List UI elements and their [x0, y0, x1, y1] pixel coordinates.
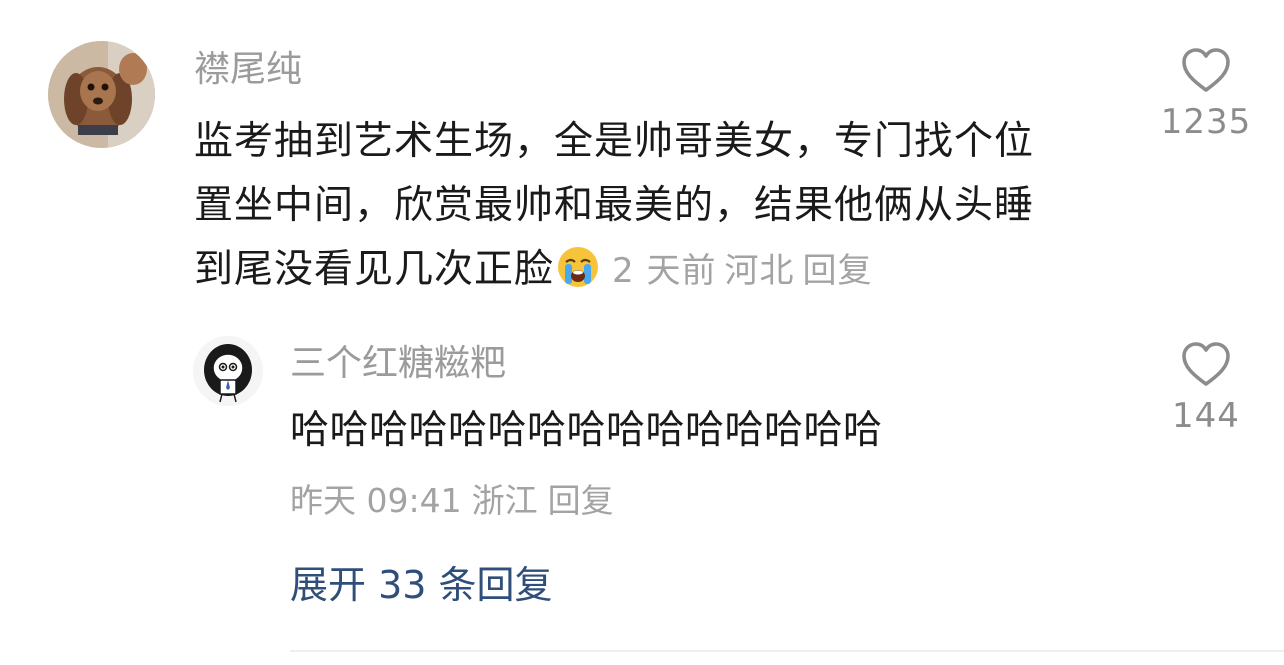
divider [290, 650, 1284, 652]
cartoon-girl-avatar-image [193, 336, 263, 406]
like-button[interactable]: 1235 [1151, 46, 1261, 142]
comment-line-last: 到尾没看见几次正脸 2 天前 河北 回复 [194, 238, 1104, 303]
comment-meta: 2 天前 河北 回复 [604, 251, 872, 291]
loudly-crying-face-icon [558, 247, 599, 287]
avatar[interactable] [48, 41, 155, 148]
reply-body: 哈哈哈哈哈哈哈哈哈哈哈哈哈哈哈 [290, 408, 883, 453]
heart-icon [1182, 48, 1230, 92]
location: 河北 [724, 251, 795, 291]
like-count: 144 [1172, 396, 1240, 436]
reply-button[interactable]: 回复 [802, 251, 872, 291]
dog-avatar-image [48, 41, 155, 148]
reply-button[interactable]: 回复 [548, 481, 614, 520]
comment-line: 置坐中间，欣赏最帅和最美的，结果他俩从头睡 [194, 183, 1035, 228]
like-button[interactable]: 144 [1151, 340, 1261, 436]
comment-thread: 襟尾纯 监考抽到艺术生场，全是帅哥美女，专门找个位 置坐中间，欣赏最帅和最美的，… [0, 0, 1284, 665]
avatar[interactable] [193, 336, 263, 406]
heart-icon [1182, 342, 1230, 386]
comment-line: 监考抽到艺术生场，全是帅哥美女，专门找个位 [194, 119, 1035, 164]
timestamp: 2 天前 [612, 251, 717, 291]
timestamp: 昨天 09:41 [290, 481, 462, 520]
location: 浙江 [471, 481, 538, 520]
expand-replies-link[interactable]: 展开 33 条回复 [290, 554, 553, 609]
like-count: 1235 [1160, 102, 1252, 142]
username[interactable]: 襟尾纯 [194, 52, 302, 88]
username[interactable]: 三个红糖糍粑 [290, 346, 506, 382]
comment-line-text: 到尾没看见几次正脸 [194, 247, 555, 292]
reply-meta: 昨天 09:41 浙江 回复 [290, 474, 624, 522]
comment-body: 监考抽到艺术生场，全是帅哥美女，专门找个位 置坐中间，欣赏最帅和最美的，结果他俩… [194, 110, 1104, 303]
